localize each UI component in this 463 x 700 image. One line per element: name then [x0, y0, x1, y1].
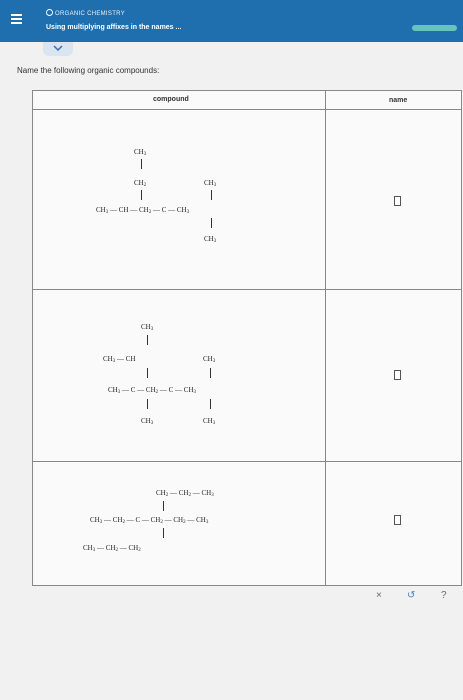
clear-button[interactable]: ×: [376, 590, 382, 601]
help-button[interactable]: ?: [441, 590, 447, 601]
compounds-table: compound name CH3 CH2 CH3 CH3 — CH — CH2…: [32, 90, 462, 586]
answer-input-1[interactable]: [394, 196, 401, 206]
assignment-title: Using multiplying affixes in the names .…: [46, 24, 182, 31]
menu-icon[interactable]: [11, 14, 22, 24]
answer-input-3[interactable]: [394, 515, 401, 525]
main-chain: CH3 — CH — CH2 — C — CH3: [96, 206, 190, 215]
undo-button[interactable]: ↺: [407, 590, 415, 601]
circle-icon: [46, 9, 53, 16]
compound-column-header: compound: [153, 96, 189, 103]
answer-input-2[interactable]: [394, 370, 401, 380]
collapse-toggle[interactable]: [43, 42, 73, 56]
topic-label: ORGANIC CHEMISTRY: [46, 9, 125, 17]
question-prompt: Name the following organic compounds:: [17, 66, 160, 75]
name-column-header: name: [389, 97, 408, 104]
main-chain: CH3 — CH2 — C — CH2 — CH2 — CH3: [90, 516, 209, 525]
main-chain: CH3 — C — CH2 — C — CH3: [108, 386, 197, 395]
top-header-bar: ORGANIC CHEMISTRY Using multiplying affi…: [0, 0, 463, 42]
chevron-down-icon: [53, 45, 63, 52]
progress-bar: [412, 25, 457, 31]
